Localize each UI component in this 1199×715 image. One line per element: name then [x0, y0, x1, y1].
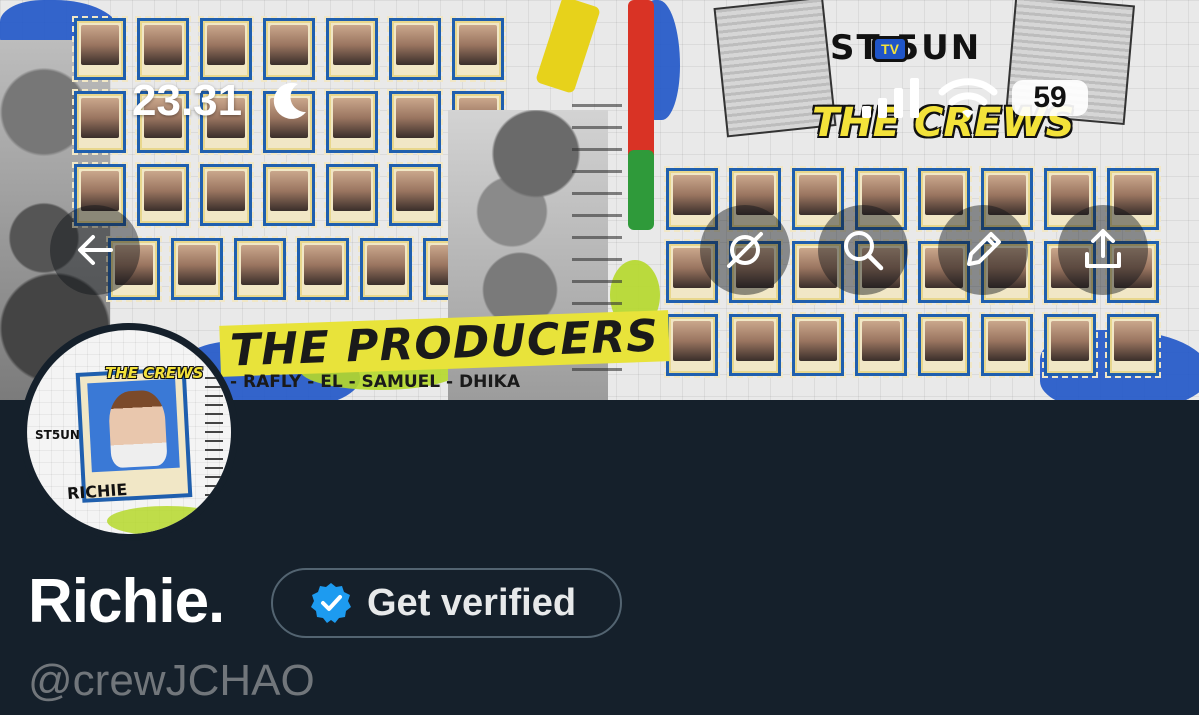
profile-display-name: Richie. [28, 567, 225, 636]
cast-face [396, 171, 434, 211]
share-icon [1085, 229, 1121, 268]
cast-stamp-photo [135, 162, 191, 228]
verified-badge-icon [311, 583, 351, 623]
cast-stamp-photo [261, 16, 317, 82]
banner-logo-tv: TV [872, 36, 908, 62]
cast-face [1051, 321, 1089, 361]
banner-highlighter-yellow [535, 0, 601, 94]
edit-button[interactable] [938, 205, 1028, 295]
cast-stamp-photo [72, 89, 128, 155]
banner-producers-names: - RAFLY - EL - SAMUEL - DHIKA [230, 372, 521, 392]
cast-stamp-photo [135, 16, 191, 82]
cast-stamp-photo [1105, 312, 1161, 378]
cast-stamp-photo [790, 312, 846, 378]
cast-face [673, 321, 711, 361]
cast-face [144, 25, 182, 65]
cast-face [81, 25, 119, 65]
get-verified-button[interactable]: Get verified [271, 568, 622, 638]
grok-button[interactable] [700, 205, 790, 295]
cast-face [988, 321, 1026, 361]
cast-stamp-photo [169, 236, 225, 302]
cast-stamp-photo [324, 89, 380, 155]
avatar-crews-label: THE CREWS [105, 364, 204, 382]
cast-face [270, 25, 308, 65]
battery-indicator: 59 [1012, 80, 1088, 116]
cast-stamp-photo [198, 162, 254, 228]
cast-face [178, 245, 216, 285]
cast-stamp-photo [1042, 312, 1098, 378]
cast-stamp-photo [387, 162, 443, 228]
wifi-icon [938, 78, 998, 118]
cast-stamp-photo [198, 16, 254, 82]
cast-face [862, 321, 900, 361]
cast-stamp-photo [324, 162, 380, 228]
cast-stamp-photo [916, 312, 972, 378]
avatar-image: THE CREWS ST5UN RICHIE [27, 330, 231, 534]
banner-pen-green [628, 150, 654, 230]
avatar-spiral [205, 370, 223, 510]
moon-icon [273, 82, 306, 119]
status-bar-time: 23.31 [132, 76, 243, 125]
back-button[interactable] [50, 205, 140, 295]
cast-stamp-photo [979, 312, 1035, 378]
cast-face [333, 171, 371, 211]
banner-pen-red [628, 0, 654, 170]
avatar-logo: ST5UN [35, 428, 80, 442]
cast-face [925, 321, 963, 361]
cast-face [1114, 321, 1152, 361]
cast-stamp-photo [324, 16, 380, 82]
pencil-icon [967, 232, 1001, 266]
cast-stamp-photo [387, 89, 443, 155]
get-verified-label: Get verified [367, 581, 577, 624]
cast-face [736, 321, 774, 361]
cast-face [925, 175, 963, 215]
cast-stamp-photo [387, 16, 443, 82]
cast-face [333, 98, 371, 138]
cast-face [333, 25, 371, 65]
profile-handle: @crewJCHAO [28, 656, 315, 705]
cast-face [396, 98, 434, 138]
cast-stamp-photo [295, 236, 351, 302]
cast-stamp-photo [72, 16, 128, 82]
cast-stamp-photo [664, 312, 720, 378]
share-button[interactable] [1058, 205, 1148, 295]
cast-face [459, 25, 497, 65]
cast-face [396, 25, 434, 65]
cast-stamp-photo [450, 16, 506, 82]
search-icon [844, 231, 884, 271]
cast-stamp-photo [358, 236, 414, 302]
cast-face [673, 175, 711, 215]
arrow-left-icon [78, 235, 113, 265]
cast-face [144, 171, 182, 211]
cast-stamp-photo [727, 312, 783, 378]
cast-face [81, 98, 119, 138]
cast-face [241, 245, 279, 285]
cast-face [799, 321, 837, 361]
profile-avatar[interactable]: THE CREWS ST5UN RICHIE [20, 323, 238, 541]
cast-face [367, 245, 405, 285]
search-button[interactable] [818, 205, 908, 295]
cast-stamp-photo [261, 162, 317, 228]
cast-face [270, 171, 308, 211]
cast-face [304, 245, 342, 285]
grok-icon [727, 232, 763, 268]
cast-stamp-photo [232, 236, 288, 302]
avatar-decoration [107, 506, 227, 534]
cast-face [799, 175, 837, 215]
cast-stamp-photo [853, 312, 909, 378]
cellular-signal-icon [862, 78, 919, 118]
cast-face [207, 25, 245, 65]
avatar-photo [87, 378, 180, 473]
cast-face [207, 171, 245, 211]
